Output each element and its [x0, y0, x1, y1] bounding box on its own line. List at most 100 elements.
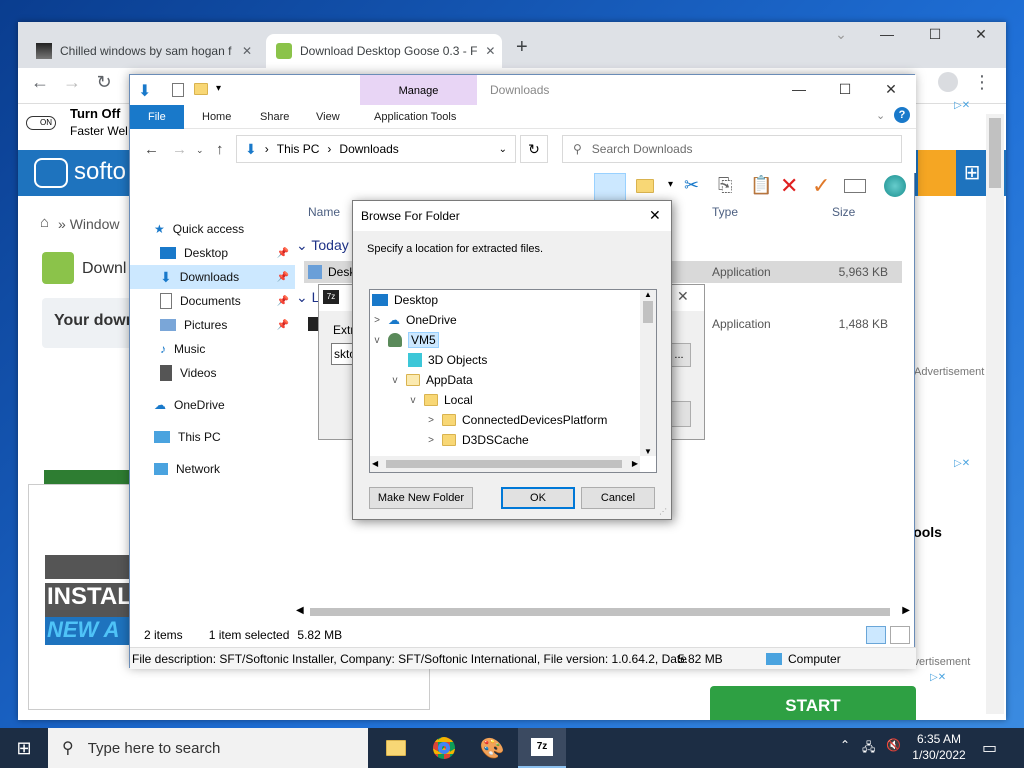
make-new-folder-button[interactable]: Make New Folder	[369, 487, 473, 509]
nav-documents[interactable]: Documents 📌	[130, 289, 295, 313]
customize-qa-icon[interactable]: ▾	[216, 83, 221, 94]
refresh-icon[interactable]: ↻	[520, 135, 548, 163]
scroll-right-icon[interactable]: ▶	[632, 459, 638, 468]
nav-downloads[interactable]: ⬇ Downloads 📌	[130, 265, 295, 289]
tab-home[interactable]: Home	[190, 105, 243, 129]
tab-desktop-goose[interactable]: Download Desktop Goose 0.3 - F ✕	[266, 34, 502, 68]
maximize-button[interactable]: ☐	[912, 26, 958, 43]
show-hidden-icons-icon[interactable]: ⌃	[840, 738, 850, 752]
tree-item-connected-devices[interactable]: > ConnectedDevicesPlatform	[370, 410, 640, 430]
scroll-left-icon[interactable]: ◀	[296, 605, 304, 616]
cancel-button[interactable]: Cancel	[581, 487, 655, 509]
tree-item-vm5[interactable]: v VM5	[370, 330, 640, 350]
ok-button[interactable]: OK	[501, 487, 575, 509]
nav-pictures[interactable]: Pictures 📌	[130, 313, 295, 337]
nav-videos[interactable]: Videos	[130, 361, 295, 385]
scroll-down-icon[interactable]: ▼	[640, 447, 656, 456]
paste-icon[interactable]: 📋	[750, 175, 772, 196]
home-icon[interactable]: ⌂	[40, 214, 49, 231]
address-bar[interactable]: ⬇ › This PC › Downloads ⌄	[236, 135, 516, 163]
scroll-up-icon[interactable]: ▲	[640, 290, 656, 299]
horizontal-scrollbar[interactable]: ◀ ▶	[296, 605, 910, 619]
scrollbar[interactable]	[986, 114, 1004, 714]
search-input[interactable]: ⚲ Search Downloads	[562, 135, 902, 163]
tree-item-d3dscache[interactable]: > D3DSCache	[370, 430, 640, 450]
close-button[interactable]: ✕	[868, 81, 914, 98]
recent-locations-icon[interactable]: ⌄	[196, 145, 204, 156]
address-downloads[interactable]: Downloads	[339, 142, 398, 156]
pin-icon[interactable]: 📌	[277, 296, 289, 307]
up-icon[interactable]: ↑	[216, 141, 224, 158]
tree-item-desktop[interactable]: Desktop	[370, 290, 640, 310]
check-icon[interactable]: ✓	[812, 173, 830, 199]
large-icons-view-icon[interactable]	[890, 626, 910, 644]
delete-icon[interactable]: ✕	[780, 173, 798, 199]
tab-file[interactable]: File	[130, 105, 184, 129]
forward-icon[interactable]: →	[172, 141, 187, 158]
expand-chevron-icon[interactable]: >	[372, 315, 382, 326]
clock-date[interactable]: 1/30/2022	[910, 748, 968, 762]
collapse-chevron-icon[interactable]: v	[390, 375, 400, 386]
taskbar-file-explorer[interactable]	[372, 728, 420, 768]
minimize-button[interactable]: —	[776, 81, 822, 97]
start-menu-icon[interactable]: ⊞	[0, 728, 48, 768]
dropdown-icon[interactable]: ▾	[668, 179, 673, 190]
back-icon[interactable]: ←	[144, 141, 159, 158]
nav-this-pc[interactable]: This PC	[130, 425, 295, 449]
scrollbar-thumb[interactable]	[310, 608, 890, 616]
group-today[interactable]: ⌄ Today	[296, 237, 349, 254]
close-button[interactable]: ✕	[958, 26, 1004, 43]
group-last[interactable]: ⌄ L	[296, 289, 319, 306]
tab-search-icon[interactable]: ⌄	[818, 26, 864, 43]
scrollbar-thumb[interactable]	[989, 118, 1001, 188]
toggle-switch[interactable]: ON	[26, 116, 56, 130]
new-folder-qa-icon[interactable]	[194, 83, 208, 95]
tree-item-onedrive[interactable]: > ☁ OneDrive	[370, 310, 640, 330]
reload-icon[interactable]: ↻	[90, 72, 118, 93]
tree-item-appdata[interactable]: v AppData	[370, 370, 640, 390]
copy-icon[interactable]: ⎘	[718, 175, 732, 196]
clock-time[interactable]: 6:35 AM	[912, 732, 966, 746]
scrollbar-thumb[interactable]	[386, 460, 622, 468]
preview-pane-icon[interactable]	[594, 173, 626, 201]
start-button[interactable]: START	[710, 686, 916, 720]
address-this-pc[interactable]: This PC	[277, 142, 320, 156]
nav-desktop[interactable]: Desktop 📌	[130, 241, 295, 265]
tab-close-icon[interactable]: ✕	[242, 44, 252, 58]
ad-choices-icon[interactable]: ▷✕	[954, 458, 986, 472]
address-dropdown-icon[interactable]: ⌄	[499, 144, 507, 155]
ad-choices-icon[interactable]: ▷✕	[954, 100, 986, 114]
scroll-left-icon[interactable]: ◀	[372, 459, 378, 468]
resize-grip-icon[interactable]: ⋰	[659, 507, 667, 516]
column-name[interactable]: Name	[308, 205, 340, 219]
pin-icon[interactable]: 📌	[277, 248, 289, 259]
properties-icon[interactable]	[172, 83, 184, 97]
tab-close-icon[interactable]: ✕	[485, 44, 495, 58]
expand-chevron-icon[interactable]: >	[426, 415, 436, 426]
search-button[interactable]	[918, 150, 956, 196]
windows-platform-icon[interactable]: ⊞	[956, 150, 988, 196]
column-size[interactable]: Size	[832, 205, 855, 219]
notifications-icon[interactable]: ▭	[982, 738, 997, 758]
network-icon[interactable]: 🖧	[862, 738, 875, 759]
scroll-right-icon[interactable]: ▶	[902, 605, 910, 616]
tab-view[interactable]: View	[304, 105, 352, 129]
forward-icon[interactable]: →	[58, 72, 86, 93]
scrollbar-thumb[interactable]	[643, 301, 653, 323]
tree-item-3d-objects[interactable]: 3D Objects	[370, 350, 640, 370]
volume-icon[interactable]: 🔇	[886, 738, 901, 752]
nav-quick-access[interactable]: ★ Quick access	[130, 217, 295, 241]
tree-vertical-scrollbar[interactable]: ▲ ▼	[640, 290, 656, 456]
folder-tree[interactable]: Desktop > ☁ OneDrive v VM5 3D Objects v AppD…	[369, 289, 657, 473]
column-type[interactable]: Type	[712, 205, 738, 219]
expand-chevron-icon[interactable]: >	[426, 435, 436, 446]
pin-icon[interactable]: 📌	[277, 272, 289, 283]
rename-icon[interactable]	[844, 179, 866, 193]
profile-avatar[interactable]	[938, 72, 958, 92]
taskbar-7zip[interactable]: 7z	[518, 728, 566, 768]
nav-onedrive[interactable]: ☁ OneDrive	[130, 393, 295, 417]
collapse-chevron-icon[interactable]: v	[408, 395, 418, 406]
help-icon[interactable]: ?	[894, 107, 910, 123]
nav-music[interactable]: ♪ Music	[130, 337, 295, 361]
expand-ribbon-icon[interactable]: ⌄	[876, 109, 885, 122]
